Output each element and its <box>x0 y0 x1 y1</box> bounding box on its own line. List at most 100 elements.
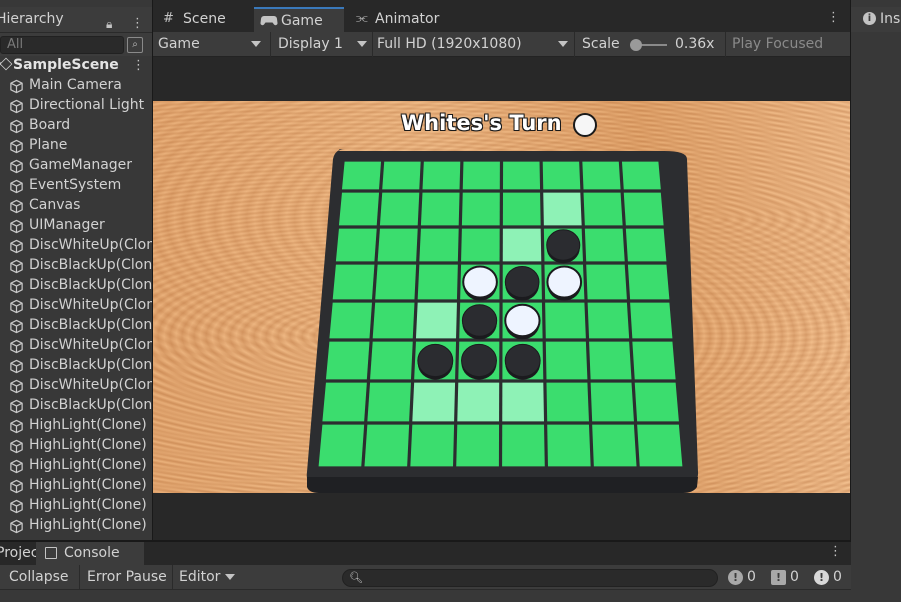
console-search-input[interactable]: 🔍︎ <box>342 569 718 587</box>
game-options-icon[interactable]: ⋮ <box>827 10 840 25</box>
game-viewport[interactable]: Whites's Turn <box>153 101 850 493</box>
tab-inspector[interactable]: i Inspector <box>851 7 901 32</box>
board-cell <box>461 192 500 226</box>
editor-dropdown[interactable]: Editor <box>179 569 239 585</box>
hierarchy-item[interactable]: EventSystem <box>0 176 152 196</box>
board-cell <box>370 341 413 380</box>
board-cell <box>461 228 500 262</box>
gameobject-cube-icon <box>10 339 23 354</box>
hierarchy-search-input[interactable]: All <box>0 36 124 54</box>
view-tabbar: # Scene Game ⫘ Animator ⋮ <box>153 7 850 32</box>
hierarchy-item[interactable]: GameManager <box>0 156 152 176</box>
scene-row[interactable]: ▾ SampleScene ⋮ <box>0 56 152 76</box>
gameobject-cube-icon <box>10 259 23 274</box>
hierarchy-item[interactable]: HighLight(Clone) <box>0 436 152 456</box>
highlight-cell <box>502 382 545 422</box>
hierarchy-item[interactable]: Plane <box>0 136 152 156</box>
console-toolbar: Collapse Error Pause Editor 🔍︎ ! 0 ! 0 !… <box>0 565 851 590</box>
chevron-down-icon <box>225 574 235 580</box>
hierarchy-item-label: DiscWhiteUp(Clone) <box>29 337 152 353</box>
gameobject-cube-icon <box>10 99 23 114</box>
scene-options-icon[interactable]: ⋮ <box>132 58 145 73</box>
board-cell <box>419 228 459 262</box>
hierarchy-item[interactable]: HighLight(Clone) <box>0 456 152 476</box>
board-cell <box>587 302 630 339</box>
board-cell <box>586 264 627 300</box>
hierarchy-item[interactable]: HighLight(Clone) <box>0 496 152 516</box>
white-disc <box>462 265 498 299</box>
scene-name: SampleScene <box>13 57 119 73</box>
lock-icon[interactable]: 🔒︎ <box>106 17 112 32</box>
board-cell <box>632 341 676 380</box>
tab-console[interactable]: Console <box>36 542 144 565</box>
board-cell <box>589 341 632 380</box>
board-cell <box>318 424 365 467</box>
more-options-icon[interactable]: ⋮ <box>131 16 144 31</box>
scale-slider-handle[interactable] <box>630 39 642 51</box>
hierarchy-tab[interactable]: Hierarchy 🔒︎ ⋮ <box>0 7 152 32</box>
hierarchy-item[interactable]: DiscWhiteUp(Clone) <box>0 336 152 356</box>
hierarchy-item[interactable]: UIManager <box>0 216 152 236</box>
board-cell <box>584 228 625 262</box>
toolbar-divider <box>79 565 80 590</box>
game-mode-dropdown[interactable]: Game <box>158 36 262 52</box>
hierarchy-item-label: Canvas <box>29 197 81 213</box>
board-cell <box>325 341 370 380</box>
inspector-panel: i Inspector <box>851 0 901 602</box>
hierarchy-item[interactable]: DiscWhiteUp(Clone) <box>0 296 152 316</box>
hierarchy-item-label: DiscWhiteUp(Clone) <box>29 297 152 313</box>
hierarchy-item[interactable]: HighLight(Clone) <box>0 476 152 496</box>
hierarchy-item-label: Directional Light <box>29 97 145 113</box>
resolution-dropdown[interactable]: Full HD (1920x1080) <box>377 36 568 52</box>
chevron-down-icon <box>251 41 261 47</box>
board-cell <box>379 192 420 226</box>
hierarchy-item[interactable]: Board <box>0 116 152 136</box>
animator-icon: ⫘ <box>356 11 368 26</box>
hierarchy-item[interactable]: DiscBlackUp(Clone) <box>0 256 152 276</box>
black-disc <box>546 229 581 261</box>
scale-label: Scale <box>582 36 620 52</box>
chevron-down-icon <box>357 41 367 47</box>
hierarchy-item[interactable]: Main Camera <box>0 76 152 96</box>
gameobject-cube-icon <box>10 319 23 334</box>
gameobject-cube-icon <box>10 139 23 154</box>
hierarchy-item[interactable]: DiscWhiteUp(Clone) <box>0 376 152 396</box>
collapse-button[interactable]: Collapse <box>9 569 69 585</box>
play-focused-dropdown[interactable]: Play Focused <box>732 36 823 52</box>
console-options-icon[interactable]: ⋮ <box>829 544 842 559</box>
board-cell <box>625 228 667 262</box>
search-filter-icon[interactable]: ⌕ <box>127 37 143 53</box>
tab-game-label: Game <box>281 13 323 29</box>
tab-animator[interactable]: ⫘ Animator <box>346 7 451 32</box>
hierarchy-item[interactable]: Directional Light <box>0 96 152 116</box>
hierarchy-item[interactable]: DiscWhiteUp(Clone) <box>0 236 152 256</box>
hierarchy-item[interactable]: DiscBlackUp(Clone) <box>0 356 152 376</box>
console-tabbar: Project Console ⋮ <box>0 542 851 565</box>
board-cell <box>364 424 410 467</box>
error-pause-button[interactable]: Error Pause <box>87 569 167 585</box>
console-panel: Project Console ⋮ Collapse Error Pause E… <box>0 541 851 602</box>
hierarchy-item[interactable]: DiscBlackUp(Clone) <box>0 316 152 336</box>
display-dropdown[interactable]: Display 1 <box>278 36 368 52</box>
hierarchy-item[interactable]: HighLight(Clone) <box>0 416 152 436</box>
othello-board[interactable] <box>153 101 850 493</box>
gameobject-cube-icon <box>10 519 23 534</box>
toolbar-divider <box>270 32 271 57</box>
hierarchy-item[interactable]: Canvas <box>0 196 152 216</box>
gameobject-cube-icon <box>10 379 23 394</box>
black-disc <box>461 343 497 378</box>
tab-console-label: Console <box>64 545 120 561</box>
hierarchy-item-label: DiscWhiteUp(Clone) <box>29 377 152 393</box>
board-cell <box>637 424 683 467</box>
hierarchy-item[interactable]: HighLight(Clone) <box>0 516 152 536</box>
tab-scene-label: Scene <box>183 11 226 27</box>
grid-icon: # <box>163 11 174 26</box>
hierarchy-item[interactable]: DiscBlackUp(Clone) <box>0 396 152 416</box>
board-cell <box>420 192 460 226</box>
tab-scene[interactable]: # Scene <box>153 7 254 32</box>
gameobject-cube-icon <box>10 219 23 234</box>
tab-inspector-label: Inspector <box>880 11 901 27</box>
tab-game[interactable]: Game <box>254 7 344 32</box>
hierarchy-item[interactable]: DiscBlackUp(Clone) <box>0 276 152 296</box>
console-icon <box>45 547 57 559</box>
